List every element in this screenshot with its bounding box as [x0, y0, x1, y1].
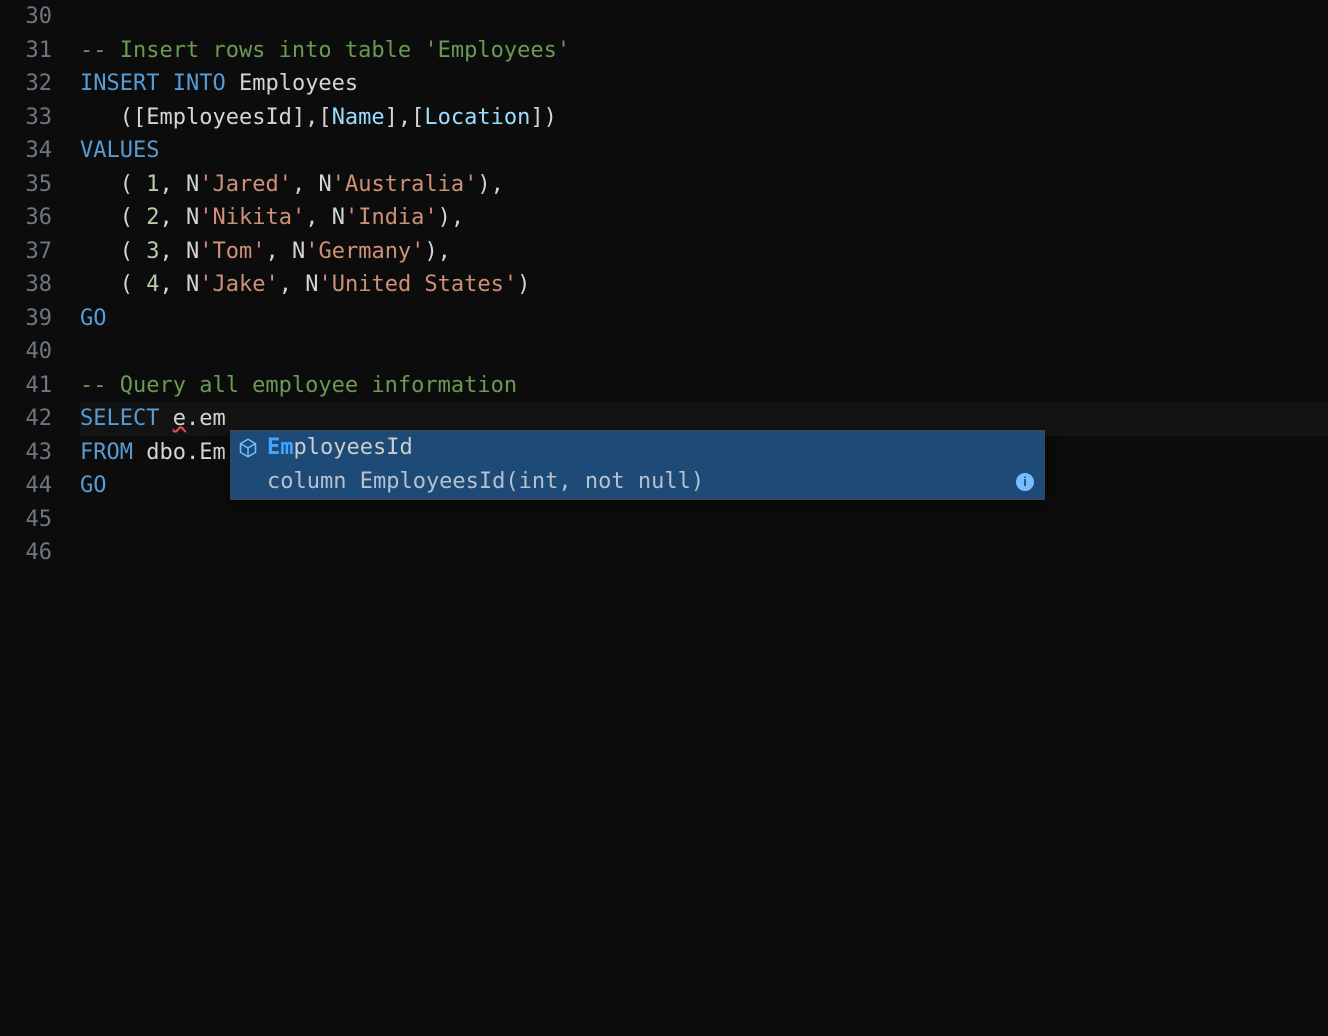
keyword: VALUES: [80, 138, 159, 163]
punct: ): [517, 272, 530, 297]
code-line[interactable]: ( 2, N'Nikita', N'India'),: [80, 201, 1328, 235]
punct: , N: [279, 272, 319, 297]
identifier: dbo.Em: [133, 440, 226, 465]
punct: , N: [159, 205, 199, 230]
identifier: Name: [332, 105, 385, 130]
line-number: 31: [0, 34, 52, 68]
keyword: GO: [80, 306, 107, 331]
code-line[interactable]: GO: [80, 302, 1328, 336]
code-line[interactable]: INSERT INTO Employees: [80, 67, 1328, 101]
identifier-error: e: [173, 406, 186, 431]
punct: ),: [424, 239, 451, 264]
line-number-gutter: 30 31 32 33 34 35 36 37 38 39 40 41 42 4…: [0, 0, 80, 1036]
code-line[interactable]: ( 3, N'Tom', N'Germany'),: [80, 235, 1328, 269]
number: 3: [146, 239, 159, 264]
punct: , N: [265, 239, 305, 264]
line-number: 36: [0, 201, 52, 235]
code-line[interactable]: ( 4, N'Jake', N'United States'): [80, 268, 1328, 302]
punct: , N: [159, 172, 199, 197]
number: 4: [146, 272, 159, 297]
line-number: 46: [0, 536, 52, 570]
string: 'Nikita': [199, 205, 305, 230]
keyword: INTO: [173, 71, 226, 96]
string: 'Jared': [199, 172, 292, 197]
line-number: 33: [0, 101, 52, 135]
punct: (: [80, 205, 146, 230]
comment-text: -- Query all employee information: [80, 373, 517, 398]
number: 2: [146, 205, 159, 230]
line-number: 44: [0, 469, 52, 503]
keyword: FROM: [80, 440, 133, 465]
autocomplete-detail: column EmployeesId(int, not null) i: [231, 465, 1044, 499]
typed-text: em: [199, 406, 226, 431]
code-line[interactable]: [80, 335, 1328, 369]
match-highlight: Em: [267, 435, 294, 460]
identifier: Employees: [226, 71, 358, 96]
punct: (: [80, 239, 146, 264]
code-area[interactable]: -- Insert rows into table 'Employees' IN…: [80, 0, 1328, 1036]
line-number: 39: [0, 302, 52, 336]
string: 'Germany': [305, 239, 424, 264]
punct: ]): [530, 105, 557, 130]
code-line[interactable]: ( 1, N'Jared', N'Australia'),: [80, 168, 1328, 202]
punct: , N: [159, 239, 199, 264]
line-number: 34: [0, 134, 52, 168]
identifier: EmployeesId: [146, 105, 292, 130]
line-number: 30: [0, 0, 52, 34]
code-line[interactable]: [80, 536, 1328, 570]
punct: , N: [292, 172, 332, 197]
autocomplete-detail-text: column EmployeesId(int, not null): [267, 465, 704, 499]
line-number: 41: [0, 369, 52, 403]
line-number: 45: [0, 503, 52, 537]
number: 1: [146, 172, 159, 197]
punct: ),: [477, 172, 504, 197]
line-number: 32: [0, 67, 52, 101]
punct: ],[: [292, 105, 332, 130]
line-number: 40: [0, 335, 52, 369]
autocomplete-item[interactable]: EmployeesId: [231, 431, 1044, 465]
punct: ],[: [385, 105, 425, 130]
string: 'Tom': [199, 239, 265, 264]
code-line[interactable]: [80, 503, 1328, 537]
autocomplete-label: EmployeesId: [267, 431, 413, 465]
comment-text: -- Insert rows into table 'Employees': [80, 38, 570, 63]
line-number: 43: [0, 436, 52, 470]
string: 'Jake': [199, 272, 278, 297]
punct: ([: [80, 105, 146, 130]
keyword: SELECT: [80, 406, 159, 431]
punct: , N: [159, 272, 199, 297]
punct: , N: [305, 205, 345, 230]
line-number: 38: [0, 268, 52, 302]
code-editor[interactable]: 30 31 32 33 34 35 36 37 38 39 40 41 42 4…: [0, 0, 1328, 1036]
string: 'Australia': [332, 172, 478, 197]
punct: (: [80, 172, 146, 197]
line-number: 42: [0, 402, 52, 436]
punct: (: [80, 272, 146, 297]
punct: ),: [438, 205, 465, 230]
string: 'India': [345, 205, 438, 230]
field-icon: [237, 437, 259, 459]
identifier: Location: [424, 105, 530, 130]
code-line[interactable]: -- Insert rows into table 'Employees': [80, 34, 1328, 68]
line-number: 35: [0, 168, 52, 202]
code-line[interactable]: -- Query all employee information: [80, 369, 1328, 403]
code-line[interactable]: VALUES: [80, 134, 1328, 168]
code-line[interactable]: ([EmployeesId],[Name],[Location]): [80, 101, 1328, 135]
line-number: 37: [0, 235, 52, 269]
string: 'United States': [318, 272, 517, 297]
code-line[interactable]: [80, 0, 1328, 34]
info-icon[interactable]: i: [1016, 473, 1034, 491]
autocomplete-popup[interactable]: EmployeesId column EmployeesId(int, not …: [230, 430, 1045, 500]
keyword: INSERT: [80, 71, 159, 96]
keyword: GO: [80, 473, 107, 498]
